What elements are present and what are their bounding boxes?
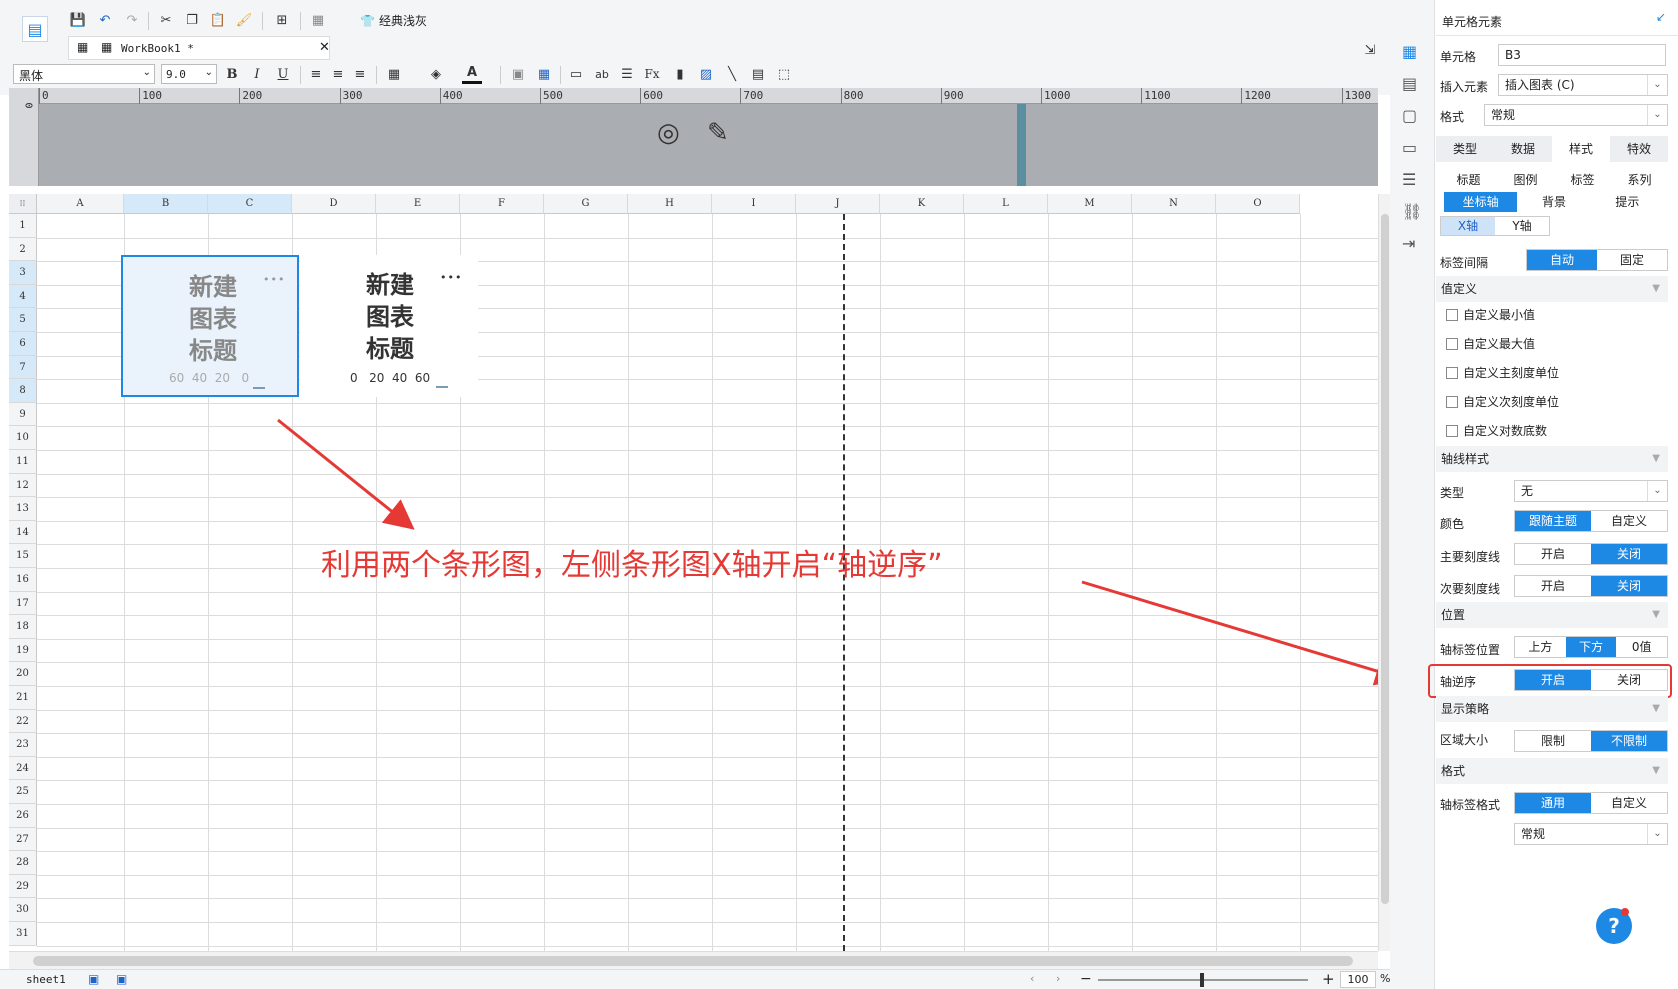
chevron-down-icon: ⌄	[1647, 105, 1667, 125]
insert-element-select[interactable]: 插入图表 (C) ⌄	[1498, 74, 1668, 96]
tab-style[interactable]: 样式	[1552, 136, 1610, 162]
sheet-tab[interactable]: sheet1	[26, 973, 66, 986]
checkbox-log-base[interactable]: 自定义对数底数	[1446, 422, 1547, 439]
section-custom[interactable]: 值定义 ▼	[1436, 276, 1668, 302]
subtab-background[interactable]: 背景	[1517, 192, 1590, 212]
pin-icon[interactable]: ↙	[1656, 10, 1666, 24]
widget-icon[interactable]: ▢	[1402, 106, 1417, 125]
label-format-select[interactable]: 常规 ⌄	[1514, 823, 1668, 845]
checkbox-major-unit[interactable]: 自定义主刻度单位	[1446, 364, 1559, 381]
label-position-toggle[interactable]: 上方 下方 0值	[1514, 636, 1668, 658]
label-interval-toggle[interactable]: 自动 固定	[1526, 249, 1668, 271]
help-notification-dot	[1621, 908, 1629, 916]
arrow-to-reverse	[1081, 580, 1406, 686]
minor-tick-toggle[interactable]: 开启 关闭	[1514, 575, 1668, 597]
tab-y-axis[interactable]: Y轴	[1495, 217, 1549, 235]
major-tick-toggle[interactable]: 开启 关闭	[1514, 543, 1668, 565]
panel-header: 单元格元素 ↙	[1436, 0, 1678, 36]
condition-icon[interactable]: ▭	[1402, 138, 1417, 157]
subtab-label[interactable]: 标签	[1554, 170, 1611, 190]
tab-data[interactable]: 数据	[1494, 136, 1552, 162]
zoom-out-button[interactable]: −	[1080, 971, 1092, 987]
main-tabs: 类型 数据 样式 特效	[1436, 136, 1668, 162]
prev-sheet-icon[interactable]: ‹	[1030, 972, 1034, 985]
section-position[interactable]: 位置 ▼	[1436, 602, 1668, 628]
zoom-value[interactable]: 100	[1340, 971, 1376, 988]
chevron-down-icon: ▼	[1652, 765, 1660, 776]
axis-color-toggle[interactable]: 跟随主题 自定义	[1514, 510, 1668, 532]
import-icon[interactable]: ⇥	[1402, 234, 1415, 253]
subtab-legend[interactable]: 图例	[1497, 170, 1554, 190]
chevron-down-icon: ▼	[1652, 703, 1660, 714]
cell-attr-icon[interactable]: ▤	[1402, 74, 1417, 93]
next-sheet-icon[interactable]: ›	[1056, 972, 1060, 985]
axis-type-select[interactable]: 无 ⌄	[1514, 480, 1668, 502]
arrow-to-chart	[277, 418, 415, 530]
tab-effect[interactable]: 特效	[1610, 136, 1668, 162]
axis-tabs: X轴 Y轴	[1440, 216, 1550, 236]
chevron-down-icon: ⌄	[1647, 481, 1667, 501]
zoom-in-button[interactable]: +	[1322, 970, 1335, 988]
sub-tabs-row2: 坐标轴 背景 提示	[1444, 192, 1664, 212]
tab-x-axis[interactable]: X轴	[1441, 217, 1495, 235]
subtab-title[interactable]: 标题	[1440, 170, 1497, 190]
chevron-down-icon: ▼	[1652, 453, 1660, 464]
chevron-down-icon: ⌄	[1647, 75, 1667, 95]
chevron-down-icon: ⌄	[1647, 824, 1667, 844]
tab-type[interactable]: 类型	[1436, 136, 1494, 162]
checkbox-minor-unit[interactable]: 自定义次刻度单位	[1446, 393, 1559, 410]
status-bar: sheet1 ▣ ▣ ‹ › − + 100 %	[0, 969, 1390, 989]
format-select[interactable]: 常规 ⌄	[1484, 104, 1668, 126]
chevron-down-icon: ▼	[1652, 609, 1660, 620]
filter-icon[interactable]: ☰	[1402, 170, 1416, 189]
add-sheet-icon[interactable]: ▣	[88, 972, 99, 986]
chevron-down-icon: ▼	[1652, 283, 1660, 294]
section-display[interactable]: 显示策略 ▼	[1436, 696, 1668, 722]
side-icon-strip: ▦ ▤ ▢ ▭ ☰ ⛓ ⇥	[1390, 0, 1435, 989]
horizontal-scrollbar[interactable]	[9, 951, 1378, 969]
zoom-slider[interactable]	[1098, 973, 1308, 987]
subtab-tooltip[interactable]: 提示	[1591, 192, 1664, 212]
section-format[interactable]: 格式 ▼	[1436, 758, 1668, 784]
sub-tabs-row1: 标题 图例 标签 系列	[1440, 170, 1668, 190]
vertical-scrollbar[interactable]	[1378, 194, 1390, 951]
section-axis-style[interactable]: 轴线样式 ▼	[1436, 446, 1668, 472]
axis-reverse-toggle[interactable]: 开启 关闭	[1514, 669, 1668, 691]
label-format-toggle[interactable]: 通用 自定义	[1514, 792, 1668, 814]
area-size-toggle[interactable]: 限制 不限制	[1514, 730, 1668, 752]
add-sheet2-icon[interactable]: ▣	[116, 972, 127, 986]
subtab-series[interactable]: 系列	[1611, 170, 1668, 190]
cell-element-icon[interactable]: ▦	[1402, 42, 1422, 62]
checkbox-custom-min[interactable]: 自定义最小值	[1446, 306, 1535, 323]
subtab-axis[interactable]: 坐标轴	[1444, 192, 1518, 212]
checkbox-custom-max[interactable]: 自定义最大值	[1446, 335, 1535, 352]
link-icon[interactable]: ⛓	[1402, 202, 1422, 221]
cell-name-field[interactable]: B3	[1498, 44, 1666, 66]
